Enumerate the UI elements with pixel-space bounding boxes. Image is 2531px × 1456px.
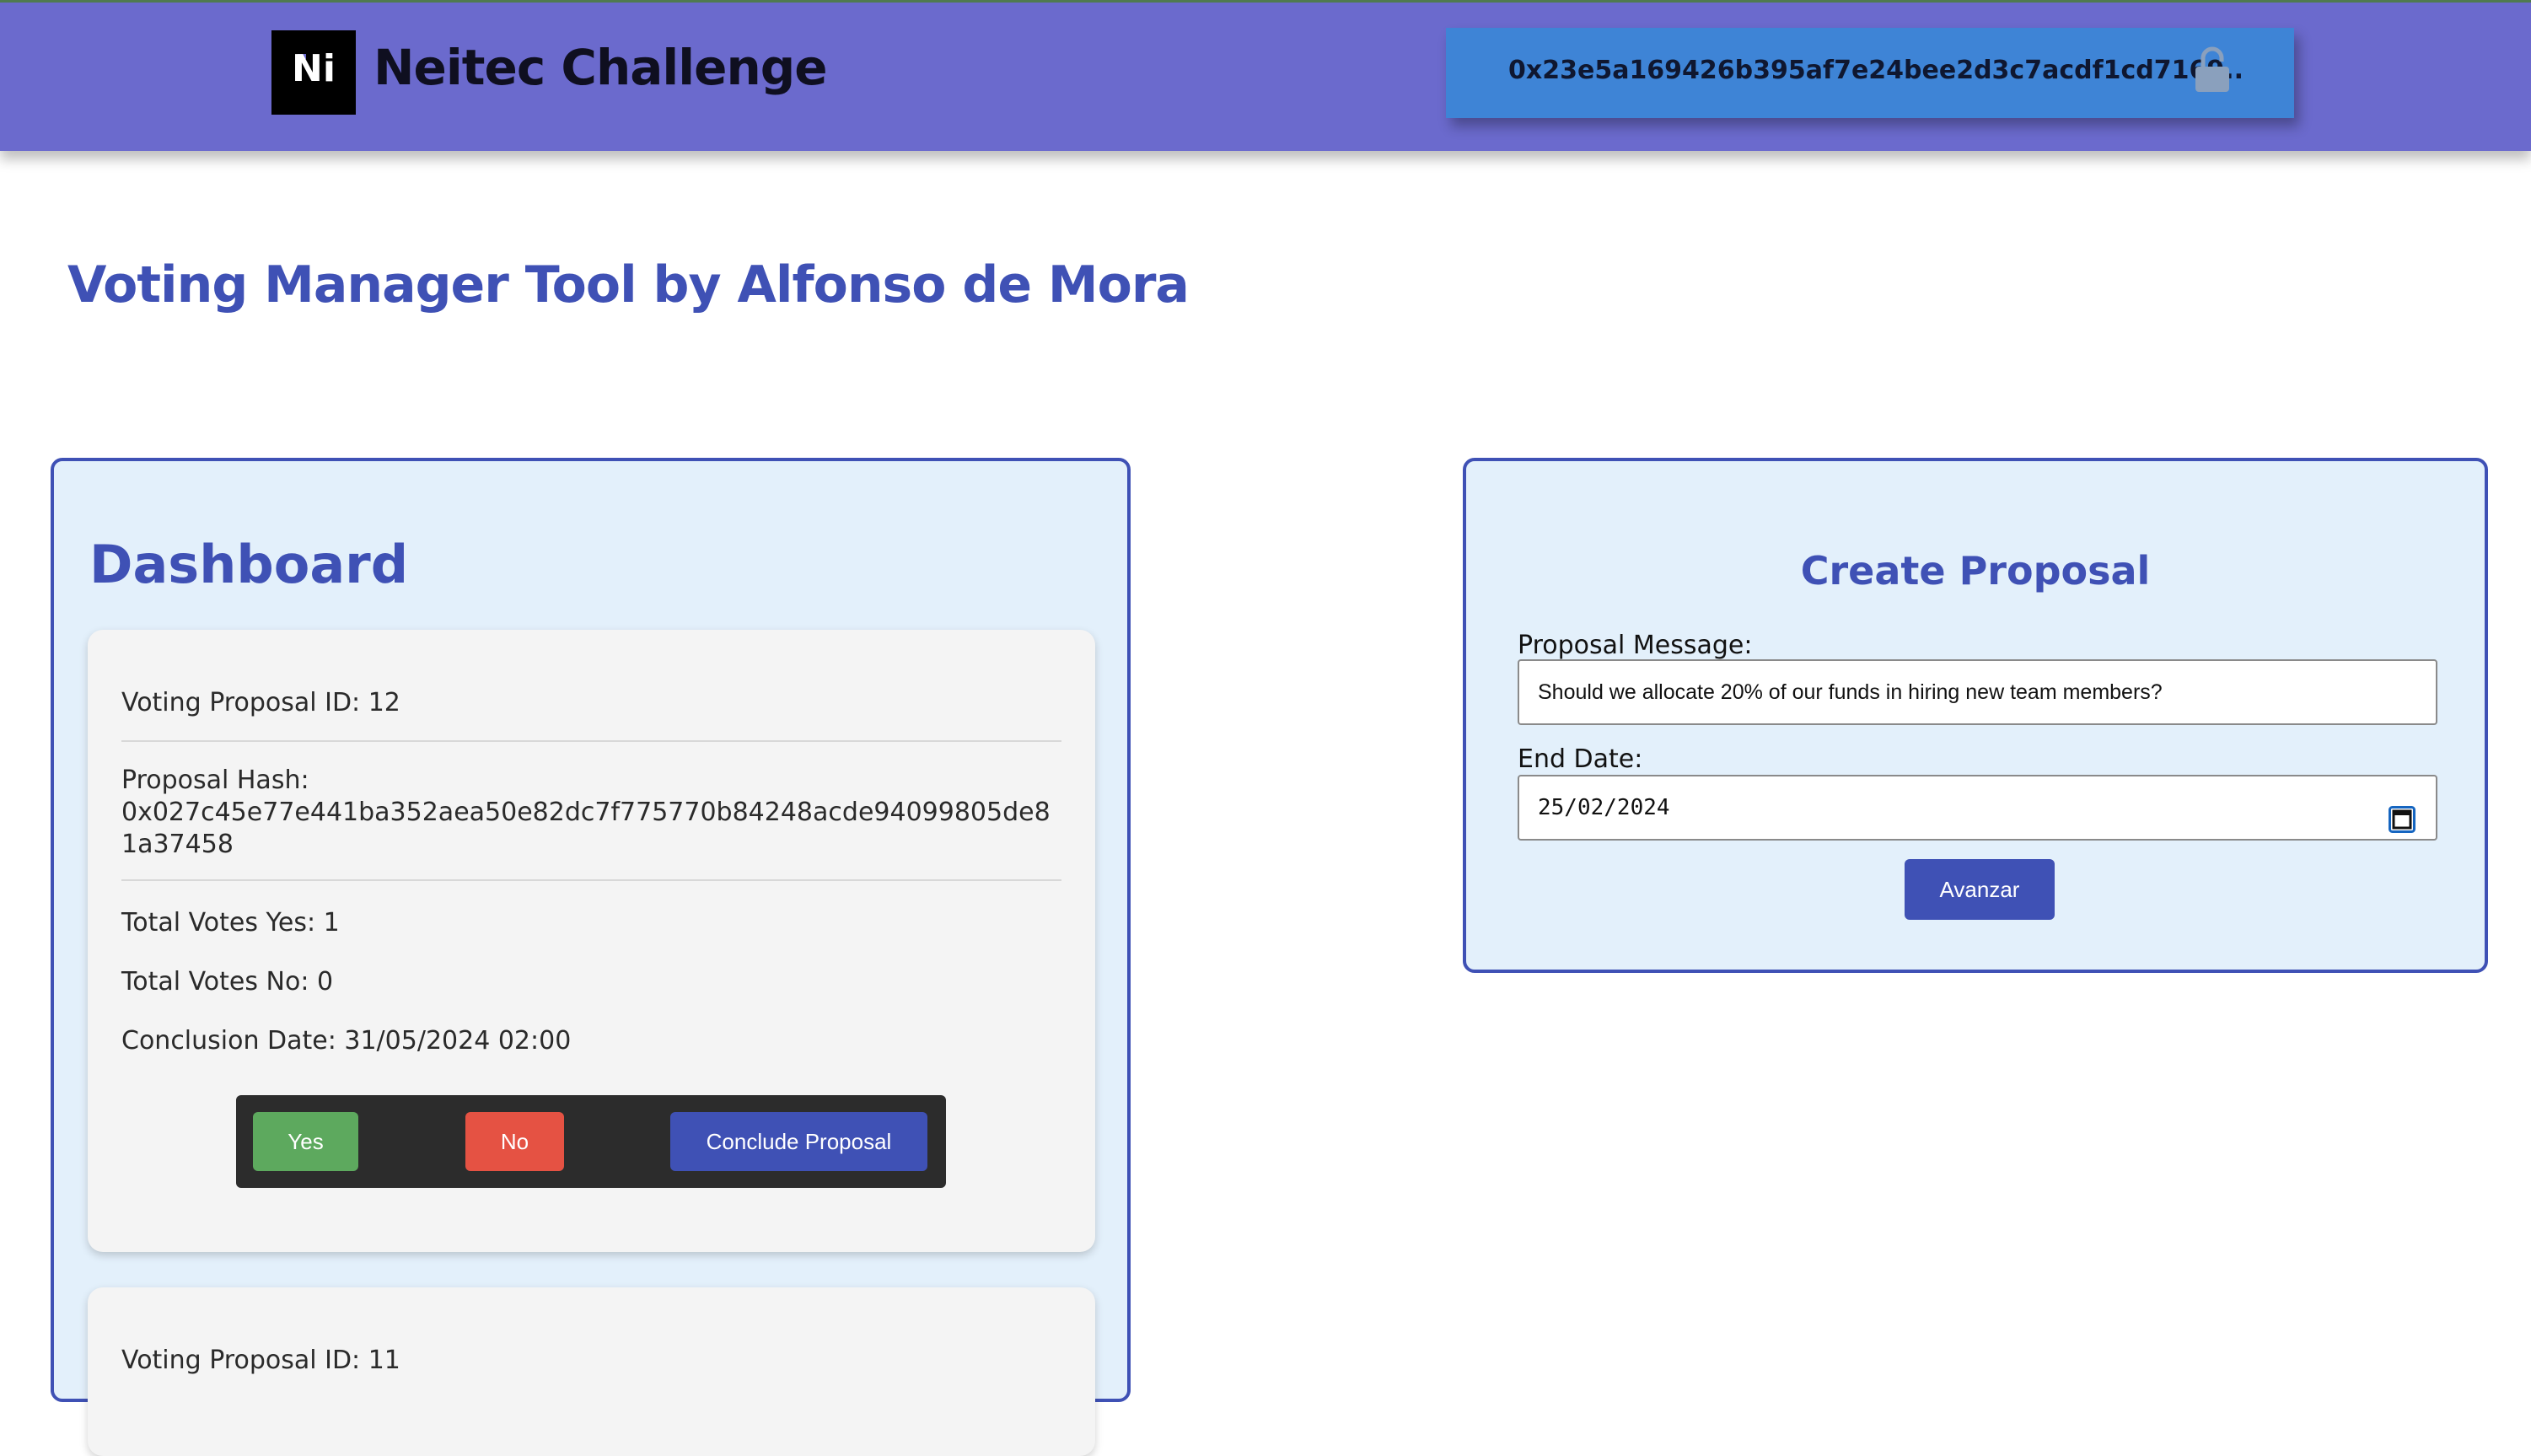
wallet-connect-button[interactable]: 0x23e5a169426b395af7e24bee2d3c7acdf1cd71… bbox=[1446, 28, 2294, 118]
proposal-message-label: Proposal Message: bbox=[1518, 631, 1753, 660]
page-title: Voting Manager Tool by Alfonso de Mora bbox=[67, 255, 1190, 314]
end-date-input[interactable]: 25/02/2024 bbox=[1518, 775, 2437, 841]
divider bbox=[121, 740, 1061, 742]
app-header: Ni Neitec Challenge 0x23e5a169426b395af7… bbox=[0, 0, 2531, 151]
dashboard-panel: Dashboard Voting Proposal ID: 12 Proposa… bbox=[51, 458, 1131, 1456]
neitec-logo: Ni bbox=[271, 30, 356, 115]
brand-title: Neitec Challenge bbox=[373, 39, 828, 96]
proposal-hash: Proposal Hash: 0x027c45e77e441ba352aea50… bbox=[121, 765, 1061, 861]
proposal-card: Voting Proposal ID: 12 Proposal Hash: 0x… bbox=[88, 630, 1095, 1252]
proposal-id: Voting Proposal ID: 12 bbox=[121, 688, 400, 717]
dashboard-title: Dashboard bbox=[89, 534, 409, 595]
create-proposal-title: Create Proposal bbox=[1800, 548, 2151, 594]
proposal-card: Voting Proposal ID: 11 bbox=[88, 1287, 1095, 1456]
divider bbox=[121, 879, 1061, 881]
total-votes-no: Total Votes No: 0 bbox=[121, 967, 334, 997]
logo-text: Ni bbox=[292, 47, 336, 90]
vote-yes-button[interactable]: Yes bbox=[253, 1112, 358, 1171]
total-votes-yes: Total Votes Yes: 1 bbox=[121, 908, 340, 938]
submit-proposal-button[interactable]: Avanzar bbox=[1905, 859, 2055, 920]
vote-no-button[interactable]: No bbox=[465, 1112, 564, 1171]
conclude-proposal-button[interactable]: Conclude Proposal bbox=[670, 1112, 927, 1171]
proposal-message-input[interactable]: Should we allocate 20% of our funds in h… bbox=[1518, 659, 2437, 725]
create-proposal-panel: Create Proposal Proposal Message: Should… bbox=[1463, 458, 2488, 973]
proposal-id: Voting Proposal ID: 11 bbox=[121, 1346, 400, 1375]
conclusion-date: Conclusion Date: 31/05/2024 02:00 bbox=[121, 1026, 572, 1056]
unlock-icon[interactable] bbox=[2191, 45, 2233, 95]
calendar-icon[interactable] bbox=[2389, 795, 2415, 833]
end-date-value: 25/02/2024 bbox=[1538, 795, 1670, 820]
end-date-label: End Date: bbox=[1518, 744, 1643, 774]
proposal-hash-label: Proposal Hash: bbox=[121, 766, 309, 795]
proposal-hash-value: 0x027c45e77e441ba352aea50e82dc7f775770b8… bbox=[121, 798, 1051, 859]
proposal-actions: Yes No Conclude Proposal bbox=[236, 1095, 946, 1188]
wallet-address: 0x23e5a169426b395af7e24bee2d3c7acdf1cd71… bbox=[1508, 56, 2244, 85]
